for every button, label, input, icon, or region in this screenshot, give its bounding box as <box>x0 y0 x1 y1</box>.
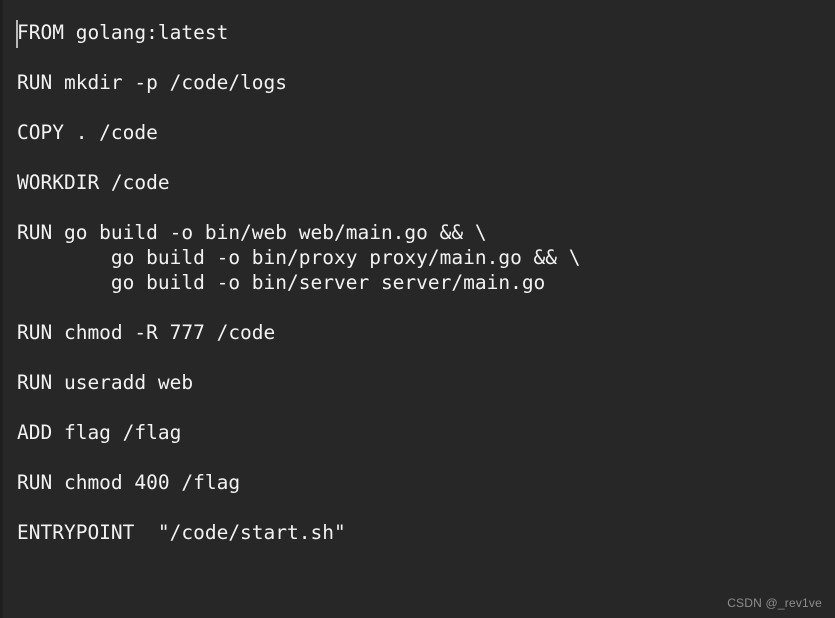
code-line: ADD flag /flag <box>17 421 182 444</box>
code-line: RUN go build -o bin/web web/main.go && \ <box>17 221 487 244</box>
editor-left-gutter <box>0 0 3 618</box>
code-line: RUN useradd web <box>17 371 194 394</box>
code-line: go build -o bin/proxy proxy/main.go && \ <box>17 246 581 269</box>
code-line: WORKDIR /code <box>17 171 170 194</box>
code-line: FROM golang:latest <box>17 21 229 44</box>
code-line: COPY . /code <box>17 121 158 144</box>
code-line: ENTRYPOINT "/code/start.sh" <box>17 521 346 544</box>
dockerfile-code-content[interactable]: FROM golang:latest RUN mkdir -p /code/log… <box>17 20 581 545</box>
code-line: RUN chmod -R 777 /code <box>17 321 276 344</box>
csdn-watermark: CSDN @_rev1ve <box>727 596 822 610</box>
code-line: RUN chmod 400 /flag <box>17 471 241 494</box>
code-editor-surface[interactable]: FROM golang:latest RUN mkdir -p /code/log… <box>0 0 835 618</box>
code-line: RUN mkdir -p /code/logs <box>17 71 288 94</box>
code-line: go build -o bin/server server/main.go <box>17 271 546 294</box>
